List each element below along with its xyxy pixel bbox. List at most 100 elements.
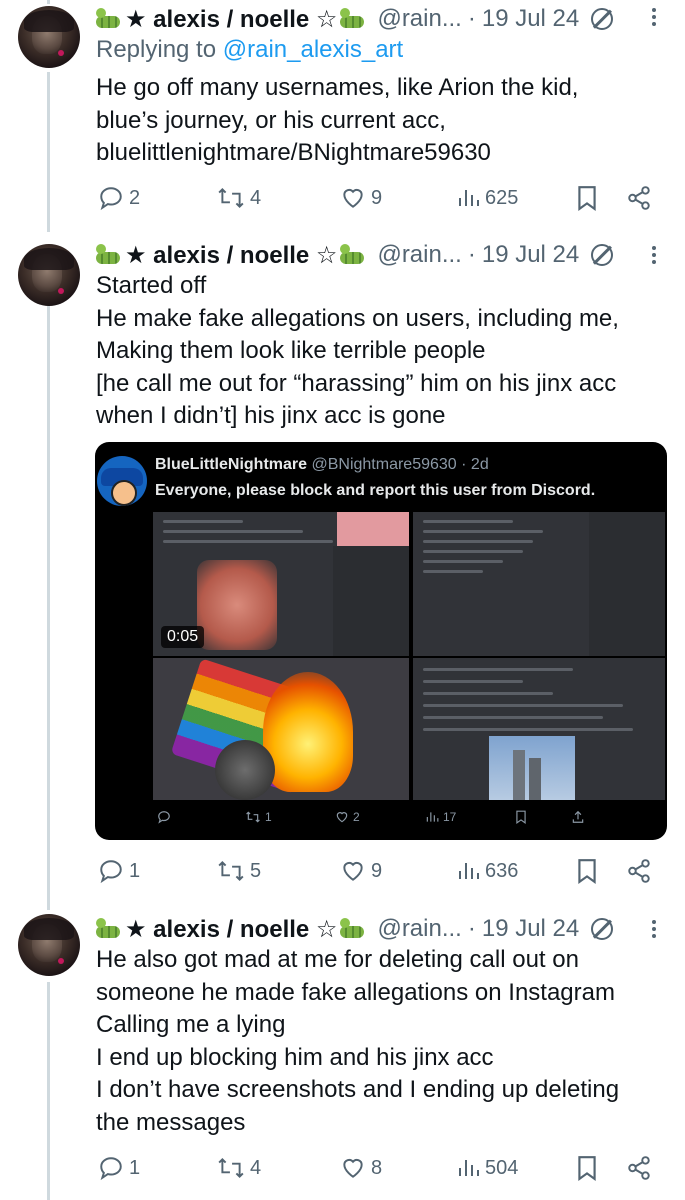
burning-flag-photo [153, 658, 409, 800]
reply-button[interactable]: 1 [98, 1153, 140, 1183]
like-button[interactable]: 8 [340, 1153, 382, 1183]
tweet-text-line: the messages [96, 1108, 246, 1136]
more-options-icon[interactable] [652, 920, 656, 938]
reply-button[interactable]: 2 [98, 183, 140, 213]
more-options-icon[interactable] [652, 246, 656, 264]
embedded-time: · 2d [461, 456, 489, 473]
heart-icon [343, 1158, 363, 1178]
embedded-tweet-image[interactable]: BlueLittleNightmare @BNightmare59630 · 2… [95, 442, 667, 840]
views-count: 504 [485, 1156, 519, 1179]
reply-icon [100, 860, 122, 884]
restricted-icon [591, 918, 614, 940]
tweet-text-line: [he call me out for “harassing” him on h… [96, 369, 617, 397]
tweet-text-line: Calling me a lying [96, 1011, 286, 1038]
views-count: 625 [485, 186, 519, 209]
caterpillar-emoji-icon [96, 918, 122, 940]
author-handle[interactable]: @rain... [377, 5, 461, 33]
bookmark-button[interactable] [576, 1153, 598, 1183]
tweet-text-line: when I didn’t] his jinx acc is gone [96, 402, 446, 429]
replying-to: Replying to @rain_alexis_art [96, 36, 404, 63]
share-icon [628, 186, 650, 210]
heart-icon [343, 188, 363, 208]
caterpillar-emoji-icon [340, 8, 366, 30]
tweet-text: He also got mad at me for deleting call … [96, 944, 666, 1139]
tweet-text-line: He make fake allegations on users, inclu… [96, 304, 619, 332]
like-button[interactable]: 9 [340, 183, 382, 213]
author-name[interactable]: ★ alexis / noelle ☆ [96, 5, 369, 34]
more-options-icon[interactable] [652, 8, 656, 26]
reply-icon [100, 187, 122, 211]
retweet-count: 4 [250, 1156, 262, 1179]
tweet-text-line: He also got mad at me for deleting call … [96, 946, 579, 973]
avatar[interactable] [18, 914, 80, 976]
views-icon [459, 1160, 479, 1176]
reply-count: 2 [129, 186, 141, 209]
reply-count: 1 [129, 1156, 141, 1179]
retweet-icon [218, 1158, 244, 1178]
discord-screenshot-3 [413, 658, 665, 800]
reply-button[interactable]: 1 [98, 856, 140, 886]
bookmark-button[interactable] [576, 183, 598, 213]
tweet-text-line: I end up blocking him and his jinx acc [96, 1043, 494, 1071]
tweet-text-line: bluelittlenightmare/BNightmare59630 [96, 139, 491, 166]
like-count: 9 [371, 859, 383, 882]
avatar[interactable] [18, 6, 80, 68]
views-count: 636 [485, 859, 519, 882]
timestamp[interactable]: 19 Jul 24 [482, 915, 579, 943]
tweet-text-line: blue’s journey, or his current acc, [96, 106, 446, 134]
action-bar: 1 5 9 636 [96, 856, 666, 886]
share-button[interactable] [626, 1153, 652, 1183]
caterpillar-emoji-icon [96, 8, 122, 30]
tweet-3[interactable]: ★ alexis / noelle ☆ @rain... · 19 Jul 24… [0, 900, 685, 1200]
like-button[interactable]: 9 [340, 856, 382, 886]
views-button[interactable]: 625 [456, 183, 518, 213]
retweet-button[interactable]: 4 [217, 183, 261, 213]
embedded-handle: @BNightmare59630 [311, 456, 457, 473]
embedded-bookmark [515, 810, 527, 824]
tweet-1[interactable]: ★ alexis / noelle ☆ @rain... · 19 Jul 24… [0, 0, 685, 230]
caterpillar-emoji-icon [96, 244, 122, 266]
share-icon [628, 1156, 650, 1180]
tweet-text-line: Started off [96, 272, 207, 299]
tweet-text-line: He go off many usernames, like Arion the… [96, 74, 579, 101]
share-button[interactable] [626, 183, 652, 213]
video-duration: 0:05 [161, 626, 205, 648]
avatar[interactable] [18, 244, 80, 306]
views-icon [459, 190, 479, 206]
bookmark-icon [578, 859, 596, 884]
separator-dot: · [467, 5, 476, 32]
share-icon [628, 859, 650, 883]
views-button[interactable]: 636 [456, 856, 518, 886]
author-name[interactable]: ★ alexis / noelle ☆ [96, 915, 369, 944]
like-count: 8 [371, 1156, 383, 1179]
bookmark-icon [578, 186, 596, 211]
like-count: 9 [371, 186, 383, 209]
reply-to-handle-link[interactable]: @rain_alexis_art [223, 36, 403, 63]
timestamp[interactable]: 19 Jul 24 [482, 5, 579, 33]
restricted-icon [591, 8, 614, 30]
tweet-text-line: someone he made fake allegations on Inst… [96, 978, 615, 1006]
tweet-text: He go off many usernames, like Arion the… [96, 72, 666, 170]
tweet-header: ★ alexis / noelle ☆ @rain... · 19 Jul 24 [96, 238, 614, 272]
blurred-image [197, 560, 277, 650]
embedded-header: BlueLittleNightmare @BNightmare59630 · 2… [155, 456, 489, 474]
author-handle[interactable]: @rain... [377, 241, 461, 269]
heart-icon [343, 861, 363, 881]
author-name[interactable]: ★ alexis / noelle ☆ [96, 241, 369, 270]
restricted-icon [591, 244, 614, 266]
views-button[interactable]: 504 [456, 1153, 518, 1183]
retweet-button[interactable]: 4 [217, 1153, 261, 1183]
tweet-text-line: Making them look like terrible people [96, 337, 486, 364]
bookmark-icon [578, 1156, 596, 1181]
retweet-button[interactable]: 5 [217, 856, 261, 886]
embedded-like: 2 [335, 810, 360, 824]
timestamp[interactable]: 19 Jul 24 [482, 241, 579, 269]
bookmark-button[interactable] [576, 856, 598, 886]
share-button[interactable] [626, 856, 652, 886]
discord-screenshot-2 [413, 512, 665, 656]
tweet-header: ★ alexis / noelle ☆ @rain... · 19 Jul 24 [96, 2, 614, 36]
fire [263, 672, 353, 792]
author-handle[interactable]: @rain... [377, 915, 461, 943]
tweet-text: Started off He make fake allegations on … [96, 270, 666, 433]
caterpillar-emoji-icon [340, 244, 366, 266]
